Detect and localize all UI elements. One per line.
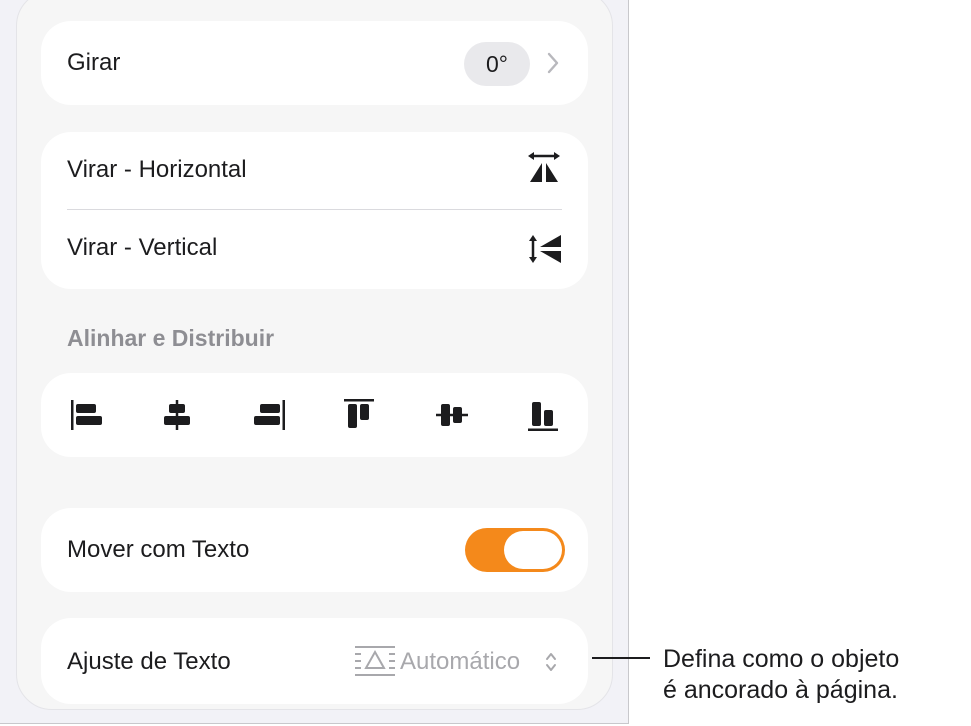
align-left-icon[interactable]	[67, 395, 107, 435]
chevron-right-icon[interactable]	[546, 51, 560, 75]
text-wrap-icon	[355, 646, 395, 676]
arrange-panel	[16, 0, 613, 710]
inspector-frame	[0, 0, 629, 724]
align-top-icon[interactable]	[340, 395, 380, 435]
rotate-label: Girar	[67, 49, 121, 76]
flip-vertical-row[interactable]: Virar - Vertical	[41, 210, 588, 289]
callout-line-2: é ancorado à página.	[663, 676, 898, 704]
align-bottom-icon[interactable]	[524, 395, 564, 435]
callout-leader-line	[592, 657, 650, 659]
flip-horizontal-icon[interactable]	[526, 152, 562, 184]
flip-card: Virar - Horizontal Virar - Vertical	[41, 132, 588, 289]
move-with-text-label: Mover com Texto	[67, 536, 250, 563]
align-section-title: Alinhar e Distribuir	[67, 325, 275, 351]
chevron-up-down-icon[interactable]	[544, 651, 558, 673]
toggle-knob	[504, 531, 562, 569]
flip-vertical-label: Virar - Vertical	[67, 234, 218, 261]
callout-text: Defina como o objeto é ancorado à página…	[663, 644, 899, 706]
rotate-value-field[interactable]: 0°	[464, 42, 530, 86]
text-wrap-label: Ajuste de Texto	[67, 648, 231, 675]
align-middle-vertical-icon[interactable]	[432, 395, 472, 435]
align-card	[41, 373, 588, 457]
flip-horizontal-label: Virar - Horizontal	[67, 156, 247, 183]
rotate-row[interactable]: Girar 0°	[41, 21, 588, 105]
text-wrap-row[interactable]: Ajuste de Texto Automático	[41, 618, 588, 704]
move-with-text-row: Mover com Texto	[41, 508, 588, 592]
callout-line-1: Defina como o objeto	[663, 645, 900, 673]
flip-horizontal-row[interactable]: Virar - Horizontal	[41, 132, 588, 209]
move-with-text-toggle[interactable]	[465, 528, 565, 572]
align-center-horizontal-icon[interactable]	[157, 395, 197, 435]
flip-vertical-icon[interactable]	[529, 232, 563, 266]
text-wrap-value[interactable]: Automático	[400, 648, 520, 676]
align-right-icon[interactable]	[249, 395, 289, 435]
